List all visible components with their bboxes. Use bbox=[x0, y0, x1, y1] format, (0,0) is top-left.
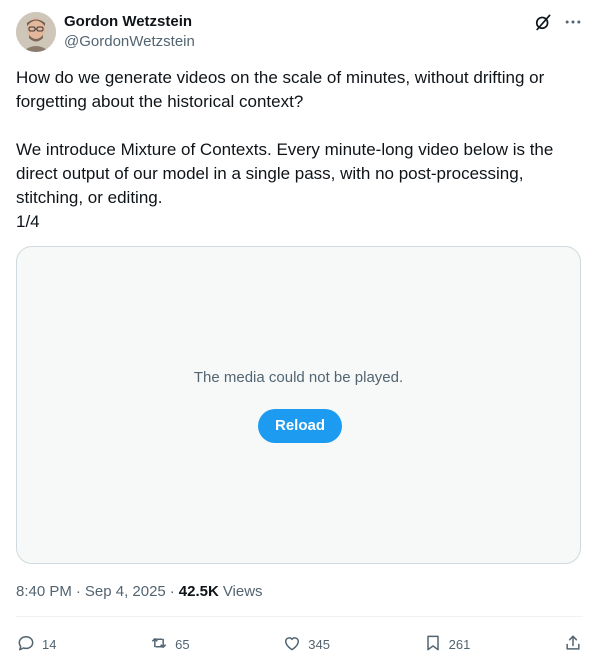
tweet-date[interactable]: Sep 4, 2025 bbox=[85, 582, 166, 602]
more-icon[interactable] bbox=[563, 12, 583, 32]
tweet-time[interactable]: 8:40 PM bbox=[16, 582, 72, 602]
author-handle[interactable]: @GordonWetzstein bbox=[64, 32, 195, 52]
reply-icon bbox=[16, 633, 36, 656]
tweet-text: How do we generate videos on the scale o… bbox=[16, 68, 554, 231]
author-block: Gordon Wetzstein @GordonWetzstein bbox=[64, 12, 195, 52]
grok-icon[interactable] bbox=[533, 12, 553, 32]
bookmark-icon bbox=[423, 633, 443, 656]
media-error-message: The media could not be played. bbox=[193, 369, 404, 386]
tweet-meta: 8:40 PM · Sep 4, 2025 · 42.5K Views bbox=[16, 582, 263, 602]
author-name[interactable]: Gordon Wetzstein bbox=[64, 12, 195, 32]
bookmark-button[interactable]: 261 bbox=[423, 633, 471, 656]
views-count: 42.5K bbox=[178, 583, 219, 600]
repost-icon bbox=[149, 633, 169, 656]
media-container: The media could not be played. Reload bbox=[16, 246, 581, 564]
avatar[interactable] bbox=[16, 12, 56, 52]
tweet-header: Gordon Wetzstein @GordonWetzstein bbox=[16, 10, 583, 54]
divider bbox=[16, 616, 583, 617]
bookmark-count: 261 bbox=[448, 636, 471, 652]
action-bar: 14 65 345 261 bbox=[16, 630, 583, 658]
reload-button[interactable]: Reload bbox=[258, 409, 342, 443]
meta-separator: · bbox=[169, 583, 175, 600]
like-button[interactable]: 345 bbox=[282, 633, 330, 656]
views-label: Views bbox=[222, 583, 263, 600]
tweet: Gordon Wetzstein @GordonWetzstein How do… bbox=[0, 0, 599, 669]
share-button[interactable] bbox=[563, 633, 583, 656]
reply-button[interactable]: 14 bbox=[16, 633, 56, 656]
meta-separator: · bbox=[75, 583, 81, 600]
reply-count: 14 bbox=[42, 636, 57, 652]
like-count: 345 bbox=[308, 636, 330, 652]
share-icon bbox=[563, 633, 583, 656]
repost-button[interactable]: 65 bbox=[149, 633, 190, 656]
like-icon bbox=[282, 633, 302, 656]
header-actions bbox=[533, 10, 583, 34]
repost-count: 65 bbox=[175, 636, 190, 652]
